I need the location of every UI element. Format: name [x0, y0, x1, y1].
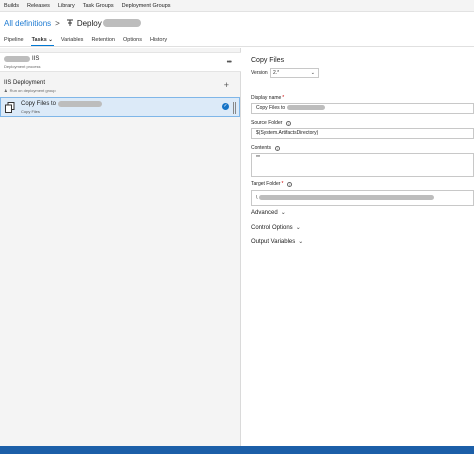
phase-header[interactable]: IIS Deployment ♟ Run on deployment group… — [0, 78, 241, 96]
info-icon[interactable]: i — [275, 145, 281, 151]
deployment-group-icon: ♟ — [4, 88, 8, 93]
nav-library[interactable]: Library — [54, 3, 79, 9]
target-folder-field[interactable]: \ — [251, 190, 474, 206]
nav-releases[interactable]: Releases — [23, 3, 54, 9]
tab-retention[interactable]: Retention — [87, 37, 119, 46]
version-select[interactable]: 2.* ⌄ — [270, 68, 319, 78]
redacted-environment-name — [4, 56, 30, 62]
pipeline-name[interactable]: Deploy — [77, 19, 102, 28]
process-title-suffix: IIS — [32, 56, 40, 62]
redacted-display-name — [286, 105, 325, 111]
contents-field[interactable]: ** — [251, 153, 474, 177]
tab-options[interactable]: Options — [119, 37, 146, 46]
nav-task-groups[interactable]: Task Groups — [79, 3, 118, 9]
all-definitions-link[interactable]: All definitions — [4, 19, 51, 28]
chevron-down-icon: ⌄ — [48, 37, 53, 43]
status-bar — [0, 446, 474, 454]
required-marker: * — [281, 181, 284, 187]
contents-label-row: Contents i — [251, 145, 281, 151]
target-folder-value: \ — [256, 195, 258, 201]
tab-tasks-label: Tasks — [31, 37, 47, 43]
nav-deployment-groups[interactable]: Deployment Groups — [118, 3, 175, 9]
display-name-field[interactable]: Copy Files to — [251, 103, 474, 114]
chevron-down-icon: ⌄ — [310, 70, 315, 76]
drag-handle-icon[interactable] — [233, 102, 236, 114]
chevron-down-icon: ⌄ — [298, 239, 304, 245]
phase-title: IIS Deployment — [4, 80, 46, 86]
source-folder-label-row: Source Folder i — [251, 120, 292, 126]
chevron-down-icon: ⌄ — [280, 210, 286, 216]
copy-files-icon — [5, 102, 15, 113]
tab-history[interactable]: History — [146, 37, 171, 46]
section-label: Control Options — [251, 224, 293, 231]
section-label: Advanced — [251, 209, 278, 216]
top-nav: Builds Releases Library Task Groups Depl… — [0, 0, 474, 12]
deployment-process-card[interactable]: IIS Deployment process ••• — [0, 52, 241, 72]
phase-subtitle: Run on deployment group — [9, 88, 56, 93]
task-subtitle: Copy Files — [21, 109, 40, 114]
display-name-label: Display name — [251, 95, 282, 101]
task-list-pane: IIS Deployment process ••• IIS Deploymen… — [0, 48, 241, 446]
task-title: Copy Files to — [21, 101, 103, 107]
redacted-target-folder — [258, 195, 434, 201]
control-options-section[interactable]: Control Options ⌄ — [251, 224, 301, 232]
nav-builds[interactable]: Builds — [0, 3, 23, 9]
section-label: Output Variables — [251, 238, 296, 245]
task-details-title: Copy Files — [251, 57, 285, 64]
target-folder-label: Target Folder — [251, 181, 281, 187]
process-subtitle: Deployment process — [4, 64, 41, 69]
checkmark-icon[interactable]: ✓ — [222, 103, 229, 110]
source-folder-label: Source Folder — [251, 120, 283, 126]
task-details-pane: Copy Files Version 2.* ⌄ Display name * C… — [242, 48, 474, 446]
required-marker: * — [282, 95, 285, 101]
task-copy-files[interactable]: Copy Files to Copy Files ✓ — [0, 97, 240, 117]
tab-pipeline[interactable]: Pipeline — [0, 37, 28, 46]
ellipsis-icon[interactable]: ••• — [227, 59, 232, 66]
breadcrumb-separator: > — [55, 18, 60, 28]
phase-subtitle-row: ♟ Run on deployment group — [4, 88, 56, 93]
breadcrumb: All definitions > Deploy — [0, 13, 474, 33]
redacted-pipeline-name — [102, 19, 141, 27]
display-name-value: Copy Files to — [256, 105, 286, 111]
version-value: 2.* — [273, 70, 280, 76]
info-icon[interactable]: i — [287, 181, 293, 187]
definition-tabs: Pipeline Tasks ⌄ Variables Retention Opt… — [0, 33, 474, 47]
release-pipeline-icon — [66, 19, 73, 26]
display-name-label-row: Display name * — [251, 95, 284, 101]
output-variables-section[interactable]: Output Variables ⌄ — [251, 238, 304, 246]
contents-label: Contents — [251, 145, 272, 151]
info-icon[interactable]: i — [286, 120, 292, 126]
redacted-task-target — [58, 101, 103, 107]
target-folder-label-row: Target Folder * i — [251, 181, 293, 187]
tab-variables[interactable]: Variables — [57, 37, 88, 46]
advanced-section[interactable]: Advanced ⌄ — [251, 209, 286, 217]
source-folder-field[interactable]: $(System.ArtifactsDirectory) — [251, 128, 474, 139]
version-label: Version — [251, 70, 268, 76]
chevron-down-icon: ⌄ — [295, 225, 301, 231]
task-title-text: Copy Files to — [21, 101, 57, 107]
tab-tasks[interactable]: Tasks ⌄ — [28, 37, 57, 46]
plus-icon[interactable]: + — [224, 80, 229, 90]
process-title: IIS — [4, 56, 39, 62]
